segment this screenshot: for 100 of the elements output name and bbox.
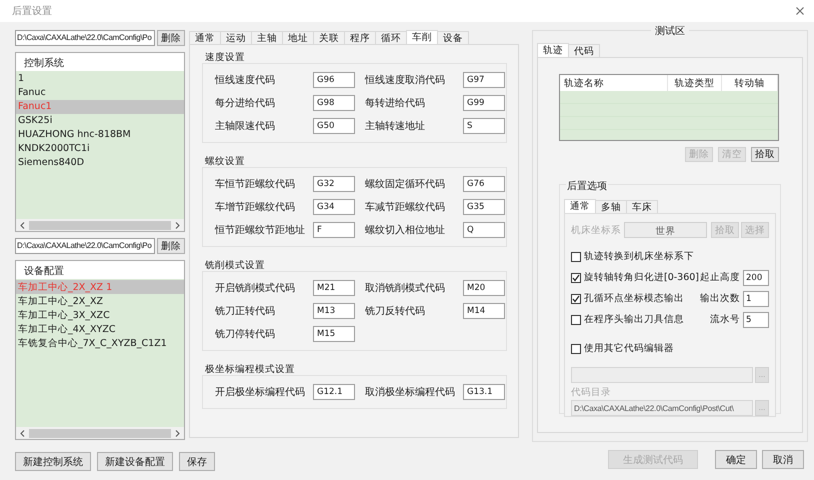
device-config-item[interactable]: 车加工中心_2X_XZ bbox=[16, 294, 184, 308]
checkbox-label: 孔循环点坐标模态输出 bbox=[584, 292, 685, 305]
code-field[interactable]: G32 bbox=[313, 176, 355, 192]
field-label: 车增节距螺纹代码 bbox=[215, 200, 296, 214]
number-field[interactable]: 1 bbox=[743, 290, 769, 306]
field-label: 车减节距螺纹代码 bbox=[365, 200, 446, 214]
settings-tab[interactable]: 主轴 bbox=[251, 31, 283, 44]
field-label: 取消极坐标编程代码 bbox=[365, 386, 456, 399]
field-label: 机床坐标系 bbox=[571, 224, 622, 236]
path-field[interactable]: D:\Caxa\CAXALathe\22.0\CamConfig\Po bbox=[15, 30, 155, 46]
field-label: 代码目录 bbox=[571, 386, 612, 399]
field-label: 流水号 bbox=[710, 313, 740, 326]
number-field[interactable]: 200 bbox=[743, 270, 769, 286]
field-label: 车恒节距螺纹代码 bbox=[215, 178, 296, 191]
field-label: 铣刀停转代码 bbox=[215, 328, 276, 341]
code-field[interactable]: M21 bbox=[313, 280, 355, 296]
options-tab[interactable]: 车床 bbox=[626, 200, 658, 213]
code-field[interactable]: G35 bbox=[463, 199, 505, 215]
device-config-item[interactable]: 车加工中心_4X_XYZC bbox=[16, 322, 184, 336]
checkbox[interactable] bbox=[571, 252, 581, 262]
code-field[interactable]: F bbox=[313, 222, 355, 238]
code-field[interactable]: G96 bbox=[313, 72, 355, 88]
group-title: 测试区 bbox=[651, 24, 689, 38]
checkbox-label: 在程序头输出刀具信息 bbox=[584, 313, 685, 326]
group-title: 极坐标编程模式设置 bbox=[205, 363, 296, 375]
code-field[interactable]: M13 bbox=[313, 303, 355, 319]
settings-tab[interactable]: 程序 bbox=[344, 31, 376, 44]
settings-tab[interactable]: 通常 bbox=[189, 31, 221, 44]
code-field[interactable]: G97 bbox=[463, 72, 505, 88]
checkbox-label: 轨迹转换到机床坐标系下 bbox=[584, 250, 695, 263]
control-system-item[interactable]: GSK25i bbox=[16, 114, 184, 128]
scroll-left-icon[interactable] bbox=[20, 222, 25, 228]
action-button[interactable]: 新建控制系统 bbox=[15, 452, 91, 471]
checkbox-label: 旋转轴转角归化进[0-360] bbox=[584, 271, 700, 284]
code-field[interactable]: G50 bbox=[313, 118, 355, 134]
delete-button[interactable]: 删除 bbox=[157, 238, 185, 254]
code-field[interactable]: Q bbox=[463, 222, 505, 238]
code-field[interactable]: G12.1 bbox=[313, 384, 355, 400]
field-label: 螺纹固定循环代码 bbox=[365, 178, 446, 191]
field-label: 恒线速度取消代码 bbox=[365, 74, 446, 87]
settings-tab[interactable]: 关联 bbox=[313, 31, 345, 44]
control-system-item[interactable]: HUAZHONG hnc-818BM bbox=[16, 128, 184, 142]
code-field[interactable]: G99 bbox=[463, 95, 505, 111]
dialog-button[interactable]: 取消 bbox=[762, 450, 804, 469]
field-label: 恒线速度代码 bbox=[215, 74, 276, 87]
settings-tab[interactable]: 运动 bbox=[220, 31, 252, 44]
device-config-item[interactable]: 车铣复合中心_7X_C_XYZB_C1Z1 bbox=[16, 336, 184, 350]
code-field[interactable]: S bbox=[463, 118, 505, 134]
horizontal-scrollbar[interactable] bbox=[16, 219, 184, 231]
code-field[interactable]: M20 bbox=[463, 280, 505, 296]
code-field[interactable]: G34 bbox=[313, 199, 355, 215]
delete-button[interactable]: 删除 bbox=[157, 30, 185, 46]
horizontal-scrollbar[interactable] bbox=[16, 427, 184, 439]
checkbox[interactable] bbox=[571, 294, 581, 304]
control-system-item[interactable]: Fanuc bbox=[16, 86, 184, 100]
settings-tab[interactable]: 车削 bbox=[406, 30, 438, 44]
action-button[interactable]: 保存 bbox=[179, 452, 215, 471]
code-field[interactable]: G98 bbox=[313, 95, 355, 111]
field-label: 开启极坐标编程代码 bbox=[215, 386, 306, 399]
number-field[interactable]: 5 bbox=[743, 312, 769, 328]
device-config-item[interactable]: 车加工中心_3X_XZC bbox=[16, 308, 184, 322]
options-tab[interactable]: 多轴 bbox=[595, 200, 627, 213]
field-label: 主轴限速代码 bbox=[215, 120, 276, 133]
field-label: 铣刀反转代码 bbox=[365, 305, 426, 318]
settings-tab[interactable]: 地址 bbox=[282, 31, 314, 44]
control-system-item[interactable]: KNDK2000TC1i bbox=[16, 142, 184, 156]
window-title: 后置设置 bbox=[12, 4, 52, 18]
scroll-left-icon[interactable] bbox=[20, 430, 25, 436]
action-button[interactable]: 新建设备配置 bbox=[97, 452, 173, 471]
checkbox[interactable] bbox=[571, 272, 581, 282]
field-label: 每转进给代码 bbox=[365, 96, 426, 110]
checkbox-label: 使用其它代码编辑器 bbox=[584, 342, 675, 355]
field-label: 每分进给代码 bbox=[215, 96, 276, 110]
close-icon[interactable] bbox=[796, 7, 804, 15]
table-button[interactable]: 拾取 bbox=[751, 147, 779, 162]
settings-tab[interactable]: 设备 bbox=[437, 31, 469, 44]
scroll-right-icon[interactable] bbox=[175, 430, 180, 436]
control-system-item[interactable]: 1 bbox=[16, 72, 184, 86]
field-label: 主轴转速地址 bbox=[365, 120, 426, 133]
group-title: 螺纹设置 bbox=[205, 155, 246, 167]
field-label: 起止高度 bbox=[700, 271, 740, 284]
test-tab[interactable]: 代码 bbox=[568, 44, 600, 57]
group-title: 后置选项 bbox=[566, 179, 608, 193]
settings-tab[interactable]: 循环 bbox=[375, 31, 407, 44]
code-field[interactable]: G76 bbox=[463, 176, 505, 192]
scroll-right-icon[interactable] bbox=[175, 222, 180, 228]
control-system-item[interactable]: Siemens840D bbox=[16, 156, 184, 170]
field-label: 铣刀正转代码 bbox=[215, 305, 276, 318]
options-tab[interactable]: 通常 bbox=[564, 199, 596, 213]
code-field[interactable]: G13.1 bbox=[463, 384, 505, 400]
field-label: 取消铣削模式代码 bbox=[365, 282, 446, 295]
list-header: 控制系统 bbox=[16, 53, 184, 71]
path-field[interactable]: D:\Caxa\CAXALathe\22.0\CamConfig\Po bbox=[15, 238, 155, 254]
checkbox[interactable] bbox=[571, 314, 581, 324]
field-label: 开启铣削模式代码 bbox=[215, 282, 296, 295]
code-field[interactable]: M14 bbox=[463, 303, 505, 319]
test-tab[interactable]: 轨迹 bbox=[537, 43, 569, 57]
list-header: 设备配置 bbox=[16, 261, 184, 279]
code-field[interactable]: M15 bbox=[313, 326, 355, 342]
dialog-button[interactable]: 确定 bbox=[715, 450, 757, 469]
